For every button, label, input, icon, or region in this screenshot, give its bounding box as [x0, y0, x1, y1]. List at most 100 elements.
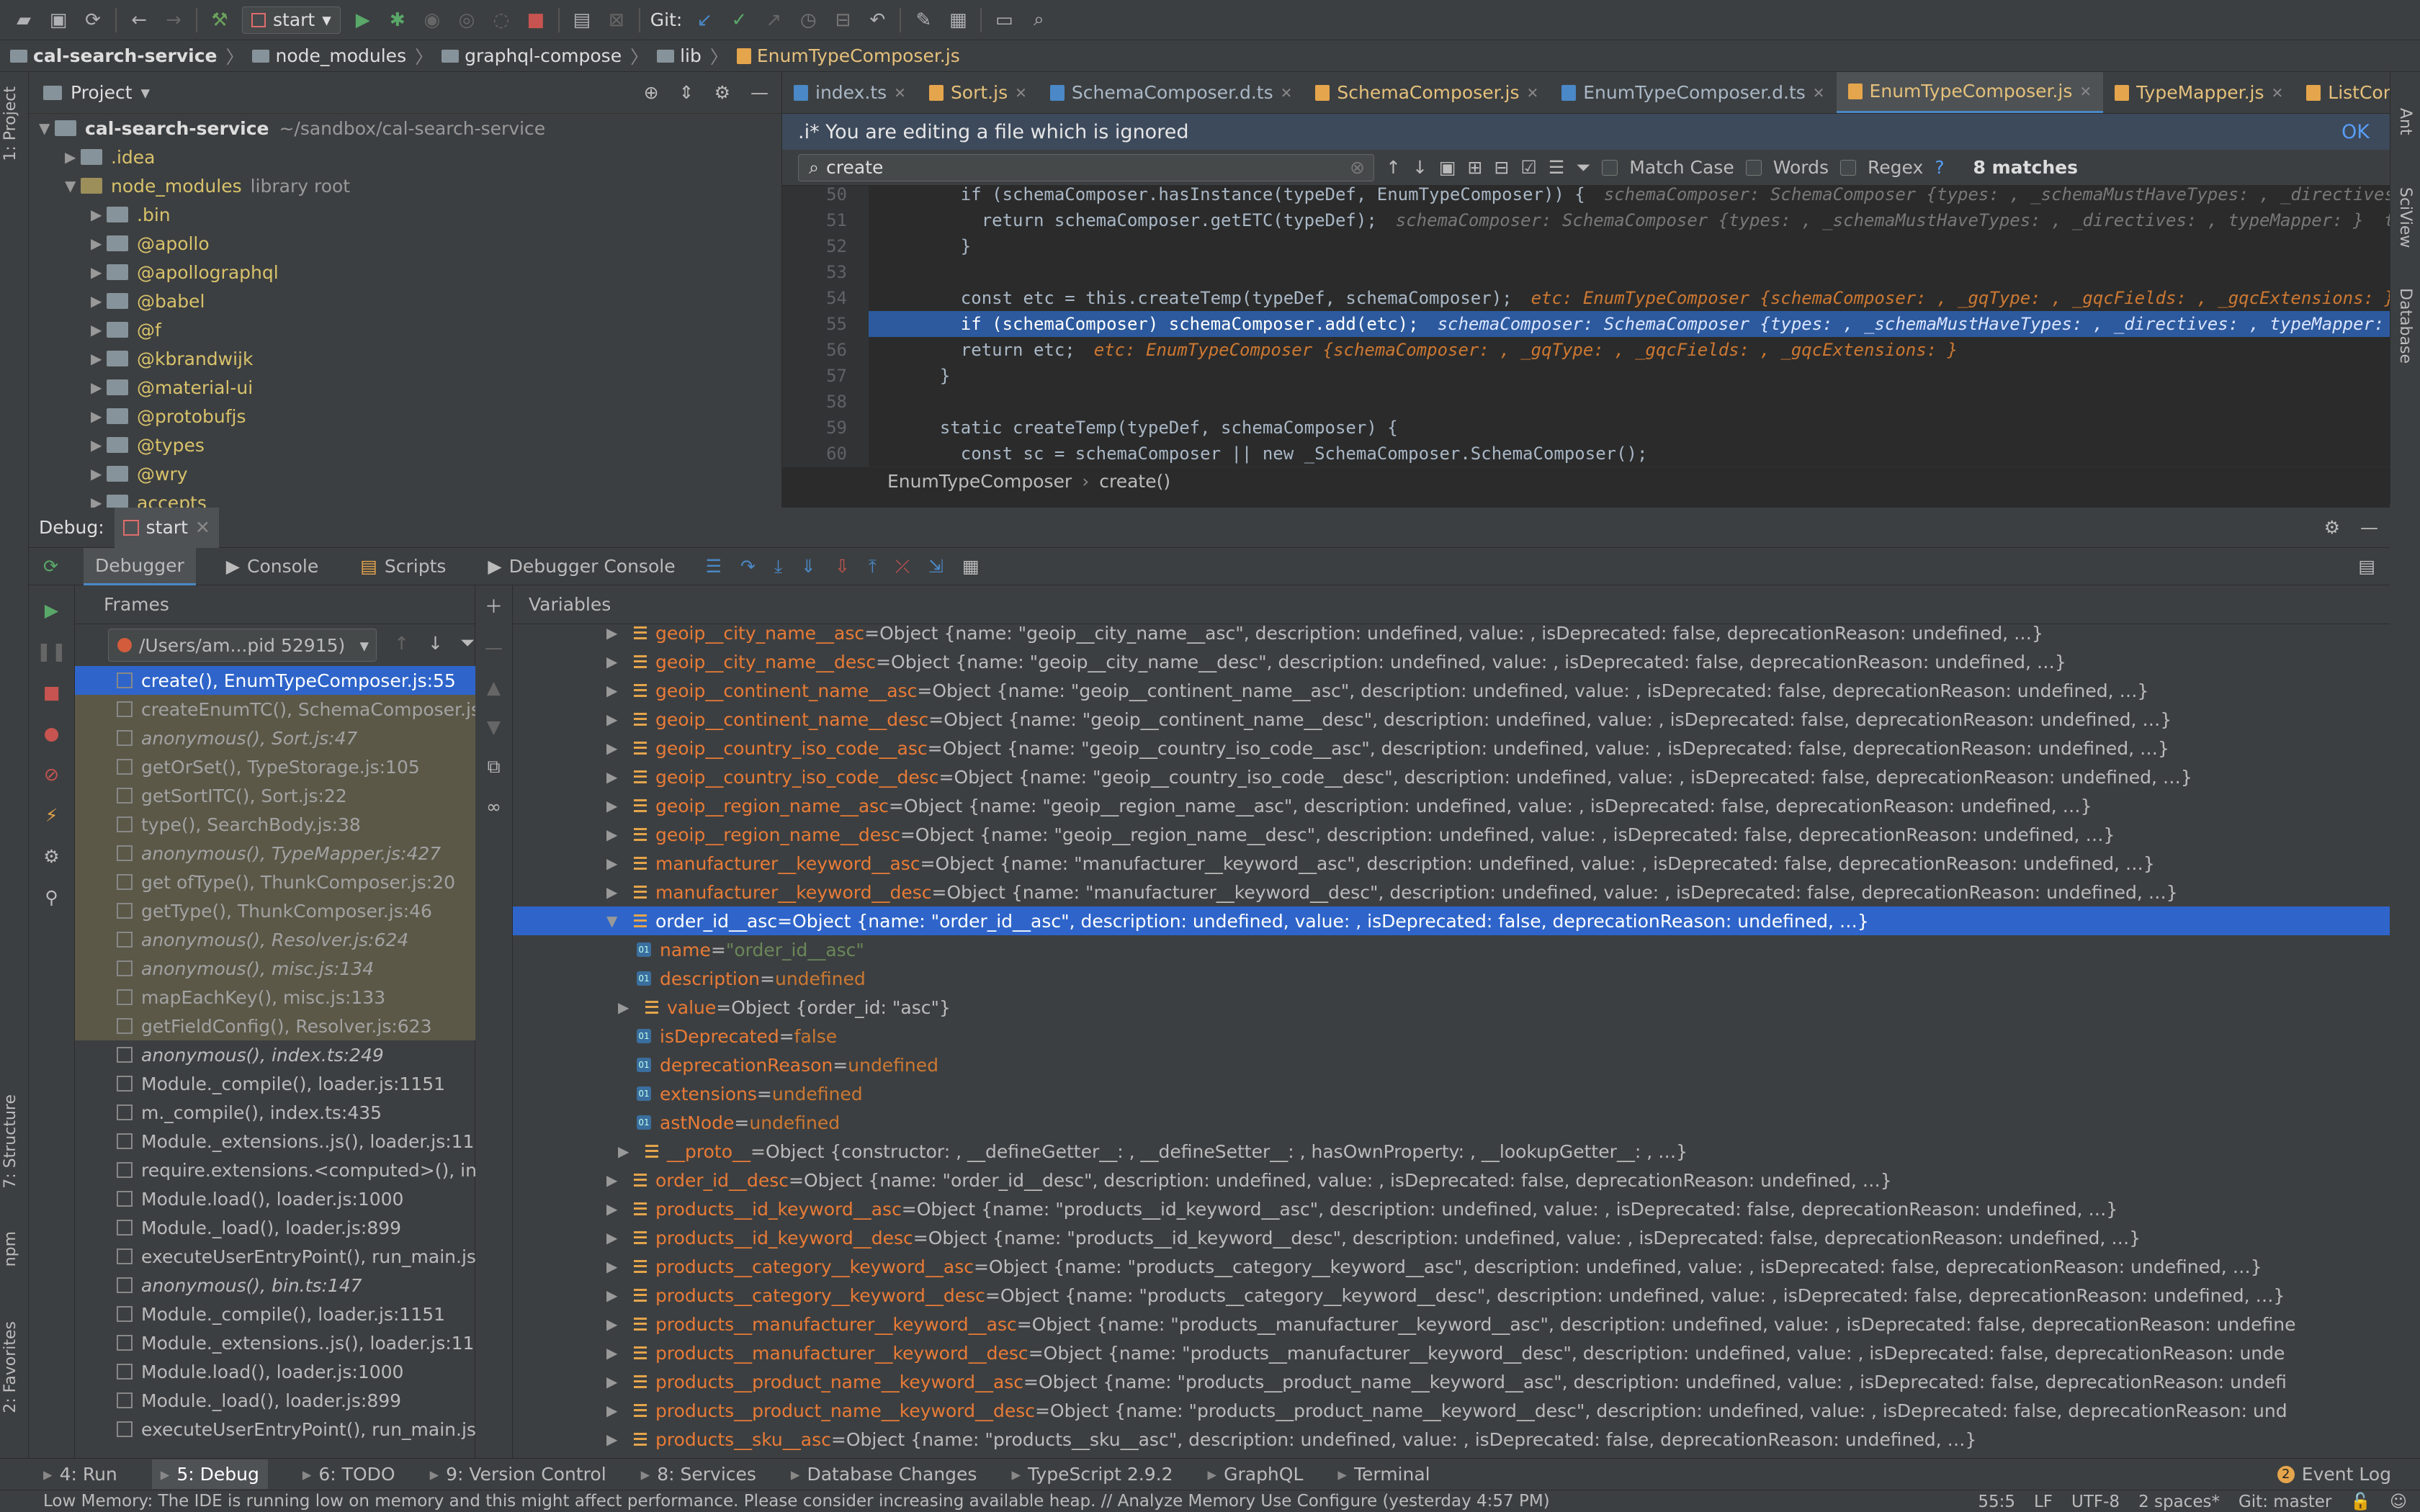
variable-row[interactable]: ▶ manufacturer__keyword__desc = Object {n…	[513, 878, 2390, 906]
thread-select[interactable]: /Users/am...pid 52915) ▾	[108, 629, 377, 662]
stack-frame[interactable]: create(), EnumTypeComposer.js:55	[75, 666, 475, 695]
variable-row[interactable]: ▶ products__manufacturer__keyword__desc =…	[513, 1338, 2390, 1367]
chevron-right-icon[interactable]: ▶	[606, 682, 622, 699]
variable-row[interactable]: 01 astNode = undefined	[513, 1108, 2390, 1137]
editor-tab[interactable]: EnumTypeComposer.js ✕	[1836, 72, 2104, 113]
save-icon[interactable]: ▣	[46, 8, 71, 32]
stop-icon[interactable]: ■	[524, 8, 548, 32]
step-into-icon[interactable]: ⤓	[774, 556, 782, 577]
code-area[interactable]: 50 if (schemaComposer.hasInstance(typeDe…	[782, 186, 2390, 467]
variable-row[interactable]: ▶ products__category__keyword__asc = Obje…	[513, 1252, 2390, 1281]
multiline-icon[interactable]: ☰	[1549, 157, 1564, 178]
select-all-icon[interactable]: ▣	[1439, 157, 1456, 178]
code-line[interactable]: }	[919, 366, 950, 386]
glasses-icon[interactable]: ∞	[486, 796, 501, 817]
next-match-icon[interactable]: ↓	[1412, 157, 1428, 178]
stop-icon[interactable]: ■	[43, 682, 60, 703]
stack-frame[interactable]: require.extensions.<computed>(), index.t	[75, 1156, 475, 1184]
variable-row[interactable]: 01 extensions = undefined	[513, 1079, 2390, 1108]
evaluate-table-icon[interactable]: ▦	[962, 556, 980, 577]
git-push-icon[interactable]: ↗	[761, 8, 786, 32]
stack-frame[interactable]: executeUserEntryPoint(), run_main.js:71	[75, 1415, 475, 1444]
remove-occurrence-icon[interactable]: ⊟	[1494, 157, 1509, 178]
rerun-icon[interactable]: ◌	[489, 8, 514, 32]
find-input[interactable]: ⌕ create ⊗	[798, 153, 1374, 181]
tree-item[interactable]: ▶ .idea	[29, 143, 781, 171]
bottom-tool-tab[interactable]: ▸ Database Changes	[791, 1464, 977, 1485]
variable-row[interactable]: ▶ geoip__city_name__desc = Object {name: …	[513, 647, 2390, 676]
stack-frame[interactable]: anonymous(), bin.ts:147	[75, 1271, 475, 1300]
add-watch-icon[interactable]: ＋	[485, 593, 503, 618]
up-arrow-icon[interactable]: ↑	[394, 633, 409, 654]
chevron-right-icon[interactable]: ▶	[606, 653, 622, 670]
filter-icon[interactable]: ⏷	[1576, 157, 1590, 179]
chevron-right-icon[interactable]: ▶	[65, 148, 81, 166]
stack-frame[interactable]: Module.load(), loader.js:1000	[75, 1357, 475, 1386]
variable-row[interactable]: ▶ products__product_name__keyword__desc =…	[513, 1396, 2390, 1425]
close-icon[interactable]: ✕	[195, 517, 210, 538]
settings-wrench-icon[interactable]: ✎	[911, 8, 936, 32]
chevron-right-icon[interactable]: ▶	[606, 1258, 622, 1275]
variable-row[interactable]: ▶ geoip__continent_name__desc = Object {n…	[513, 705, 2390, 734]
indent-setting[interactable]: 2 spaces*	[2138, 1493, 2220, 1511]
editor-tab[interactable]: ListCompo✕	[2295, 72, 2390, 113]
variable-row[interactable]: ▶ __proto__ = Object {constructor: , __de…	[513, 1137, 2390, 1166]
stack-frame[interactable]: getType(), ThunkComposer.js:46	[75, 896, 475, 925]
regex-checkbox[interactable]	[1840, 159, 1857, 176]
copy-icon[interactable]: ⧉	[488, 756, 501, 778]
tree-root[interactable]: ▼ cal-search-service ~/sandbox/cal-searc…	[29, 114, 781, 143]
debug-bug-icon[interactable]: ✱	[385, 8, 410, 32]
chevron-right-icon[interactable]: ▶	[91, 436, 107, 454]
lightning-icon[interactable]: ⚡	[45, 805, 58, 826]
chevron-right-icon[interactable]: ▶	[91, 379, 107, 396]
tree-item[interactable]: ▶ @babel	[29, 287, 781, 315]
breadcrumb-item[interactable]: EnumTypeComposer.js	[736, 45, 960, 66]
stack-frame[interactable]: anonymous(), TypeMapper.js:427	[75, 839, 475, 868]
remove-watch-icon[interactable]: —	[485, 637, 503, 658]
profile-icon[interactable]: ◎	[454, 8, 479, 32]
tree-item[interactable]: ▶ @kbrandwijk	[29, 344, 781, 373]
chevron-right-icon[interactable]: ▶	[606, 1287, 622, 1304]
code-line[interactable]: const sc = schemaComposer || new _Schema…	[919, 444, 1648, 464]
code-line[interactable]: static createTemp(typeDef, schemaCompose…	[919, 418, 1398, 438]
tab-console[interactable]: ▶ Console	[215, 548, 330, 585]
breadcrumb-item[interactable]: node_modules	[252, 45, 406, 66]
chevron-right-icon[interactable]: ▶	[606, 1431, 622, 1448]
git-compare-icon[interactable]: ⊟	[830, 8, 855, 32]
match-case-checkbox[interactable]	[1602, 159, 1618, 176]
tree-item[interactable]: ▶ @f	[29, 315, 781, 344]
code-line[interactable]: const etc = this.createTemp(typeDef, sch…	[919, 288, 2390, 308]
tree-item[interactable]: ▶ @apollographql	[29, 258, 781, 287]
favorites-tool-tab[interactable]: 2: Favorites	[1, 1321, 19, 1413]
variable-row[interactable]: 01 description = undefined	[513, 964, 2390, 993]
down-arrow-icon[interactable]: ▼	[487, 716, 501, 737]
step-over-icon[interactable]: ↷	[740, 556, 756, 577]
caret-position[interactable]: 55:5	[1978, 1493, 2015, 1511]
open-folder-icon[interactable]: ▰	[12, 8, 36, 32]
step-into-my-code-icon[interactable]: ⇩	[835, 556, 850, 577]
clear-icon[interactable]: ⊗	[1350, 157, 1373, 178]
terminal-icon[interactable]: ▭	[992, 8, 1016, 32]
gear-icon[interactable]: ⚙	[714, 82, 730, 103]
stack-frame[interactable]: mapEachKey(), misc.js:133	[75, 983, 475, 1012]
chevron-right-icon[interactable]: ▶	[606, 826, 622, 843]
chevron-right-icon[interactable]: ▶	[606, 711, 622, 728]
editor-tab[interactable]: Sort.js ✕	[918, 72, 1039, 113]
code-line[interactable]: }	[919, 236, 971, 256]
menu-icon[interactable]: ☰	[706, 556, 722, 577]
variable-row[interactable]: ▶ geoip__country_iso_code__asc = Object {…	[513, 734, 2390, 762]
chevron-right-icon[interactable]: ▶	[91, 292, 107, 310]
chevron-down-icon[interactable]: ▾	[141, 82, 151, 103]
bottom-tool-tab[interactable]: ▸ Terminal	[1337, 1464, 1430, 1485]
inspector-icon[interactable]: ☺	[2390, 1493, 2407, 1511]
debug-session-tab[interactable]: start ✕	[114, 507, 219, 548]
variable-row[interactable]: ▶ geoip__city_name__asc = Object {name: "…	[513, 618, 2390, 647]
editor-tab[interactable]: index.ts ✕	[782, 72, 918, 113]
run-play-icon[interactable]: ▶	[351, 8, 375, 32]
pause-icon[interactable]: ❚❚	[37, 641, 67, 662]
code-breadcrumb-class[interactable]: EnumTypeComposer	[887, 471, 1072, 492]
run-to-cursor-icon[interactable]: ⇲	[928, 556, 944, 577]
chevron-right-icon[interactable]: ▶	[606, 768, 622, 786]
variable-row[interactable]: ▶ products__manufacturer__keyword__asc = …	[513, 1310, 2390, 1338]
search-icon[interactable]: ⌕	[1026, 8, 1051, 32]
